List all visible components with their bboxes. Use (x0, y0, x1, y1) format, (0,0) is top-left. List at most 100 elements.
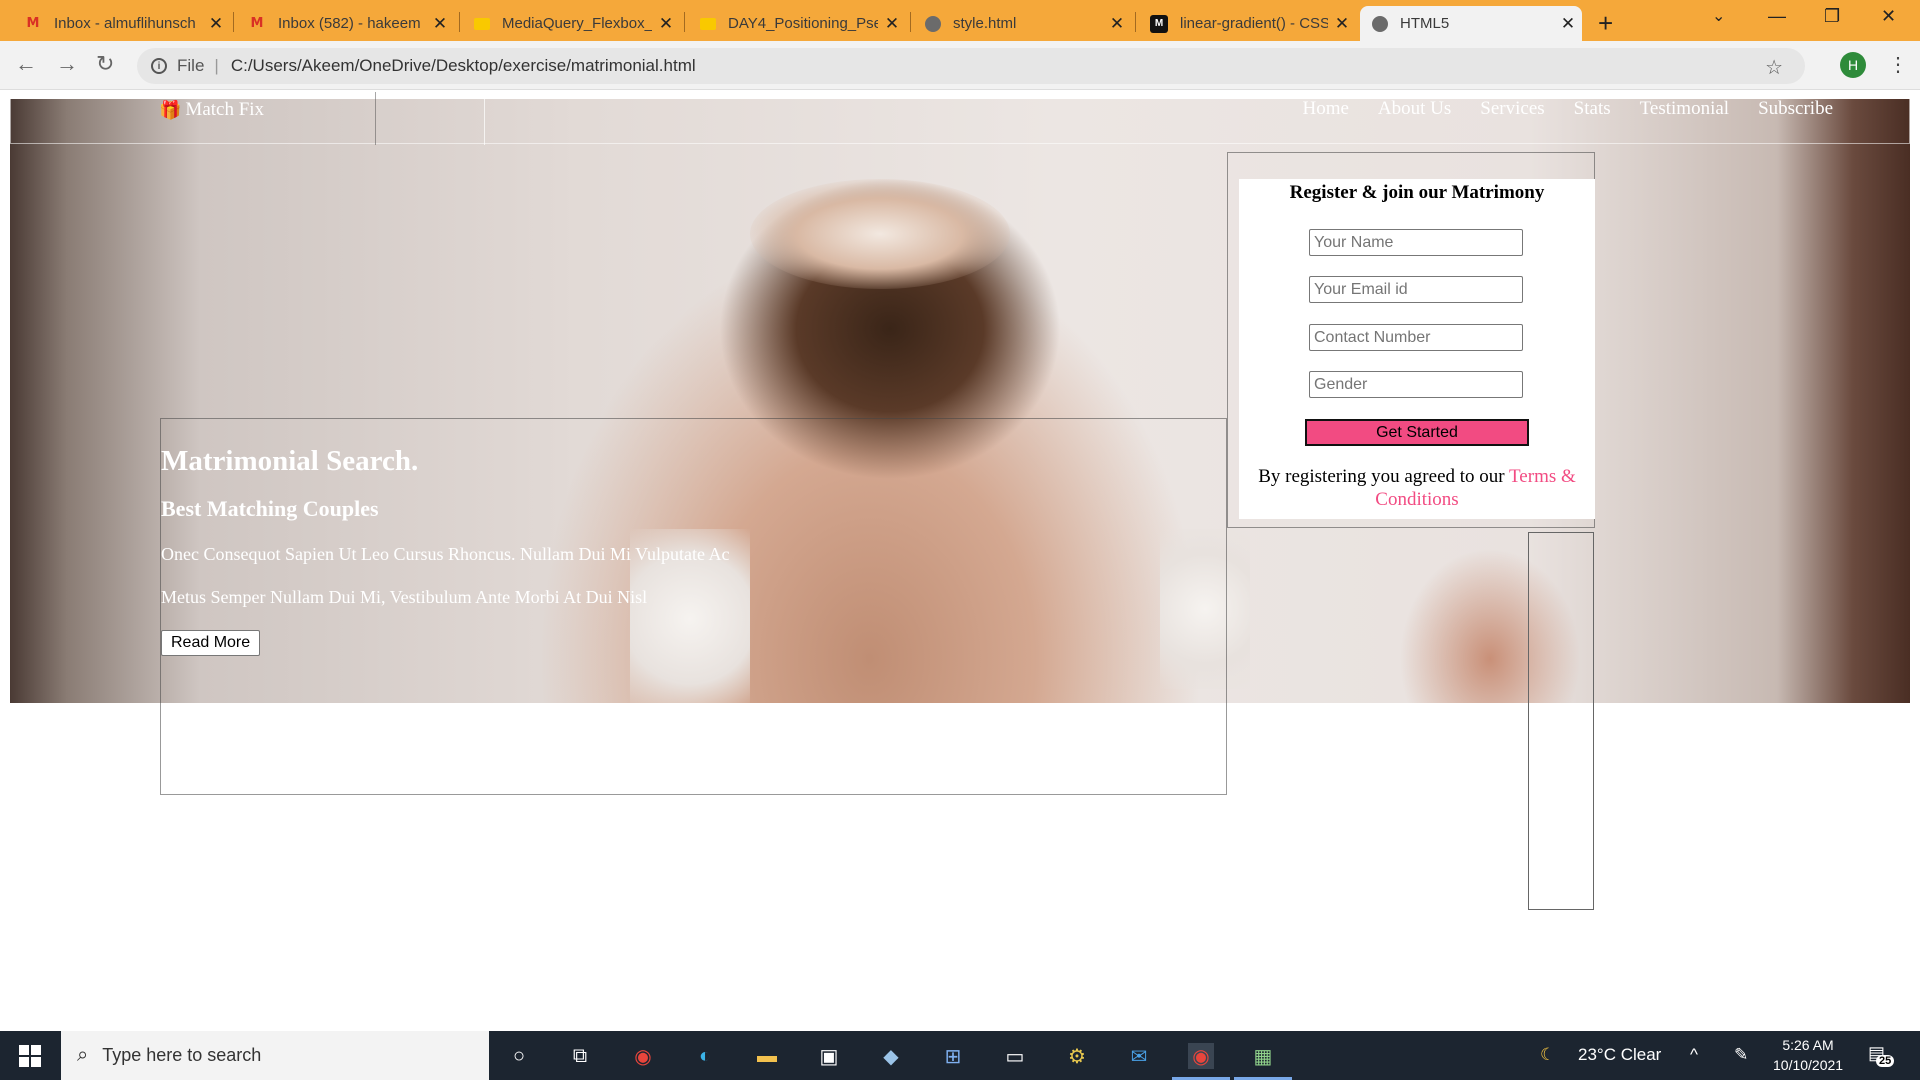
browser-tab-strip: M Inbox - almuflihunsch ✕ M Inbox (582) … (0, 0, 1920, 41)
gmail-icon: M (26, 16, 40, 31)
nav-about-us[interactable]: About Us (1378, 98, 1451, 120)
terminal-icon[interactable]: ▭ (1002, 1043, 1028, 1069)
close-icon[interactable]: ✕ (1554, 14, 1582, 34)
task-view-icon[interactable]: ⧉ (567, 1043, 593, 1069)
tab-linear-gradient[interactable]: M linear-gradient() - CSS ✕ (1138, 6, 1356, 41)
search-icon: ⌕ (77, 1044, 89, 1066)
menu-box: Home About Us Services Stats Testimonial… (484, 92, 1911, 145)
brand[interactable]: 🎁 Match Fix (159, 99, 264, 121)
clock-time: 5:26 AM (1782, 1037, 1834, 1053)
terms-text: By registering you agreed to our Terms &… (1239, 465, 1595, 511)
weather-text[interactable]: 23°C Clear (1578, 1045, 1661, 1065)
info-icon[interactable]: i (151, 58, 167, 74)
cortana-icon[interactable]: ○ (506, 1043, 532, 1069)
address-bar[interactable]: i File | C:/Users/Akeem/OneDrive/Desktop… (137, 48, 1805, 84)
tab-search-icon[interactable]: ⌄ (1712, 6, 1725, 26)
chevron-up-icon[interactable]: ^ (1690, 1045, 1698, 1065)
terms-prefix: By registering you agreed to our (1258, 466, 1510, 487)
tab-html5[interactable]: HTML5 ✕ (1360, 6, 1582, 41)
slides-icon (700, 17, 716, 30)
scheme-label: File (177, 56, 205, 75)
tab-title: HTML5 (1400, 15, 1450, 32)
edge-icon[interactable]: ◐ (692, 1043, 718, 1069)
image-viewer-icon[interactable]: ▦ (1250, 1043, 1276, 1069)
nav-services[interactable]: Services (1480, 98, 1544, 120)
tab-title: DAY4_Positioning_Pse (728, 15, 878, 32)
close-icon[interactable]: ✕ (1328, 14, 1356, 34)
chrome-profile-icon[interactable]: ◉ (1188, 1043, 1214, 1069)
page-viewport: 🎁 Match Fix Home About Us Services Stats… (0, 91, 1920, 1031)
tab-title: Inbox (582) - hakeem (278, 15, 421, 32)
tab-gmail-1[interactable]: M Inbox - almuflihunsch ✕ (12, 6, 230, 41)
contact-number-input[interactable] (1309, 324, 1523, 351)
menu-kebab-icon[interactable]: ⋮ (1888, 52, 1908, 77)
clock[interactable]: 5:26 AM 10/10/2021 (1773, 1035, 1843, 1075)
hero-subtitle: Best Matching Couples (161, 496, 379, 521)
gmail-icon: M (250, 16, 264, 31)
nav-testimonial[interactable]: Testimonial (1640, 98, 1729, 120)
close-icon[interactable]: ✕ (1103, 14, 1131, 34)
name-input[interactable] (1309, 229, 1523, 256)
new-tab-button[interactable]: + (1598, 8, 1613, 39)
hero-text-line-1: Onec Consequot Sapien Ut Leo Cursus Rhon… (161, 544, 730, 564)
windows-start-icon[interactable] (19, 1045, 41, 1067)
get-started-button[interactable]: Get Started (1305, 419, 1529, 446)
tab-gmail-2[interactable]: M Inbox (582) - hakeem ✕ (236, 6, 454, 41)
close-icon[interactable]: ✕ (426, 14, 454, 34)
tab-style[interactable]: style.html ✕ (913, 6, 1131, 41)
read-more-button[interactable]: Read More (161, 630, 261, 656)
url-text[interactable]: C:/Users/Akeem/OneDrive/Desktop/exercise… (231, 56, 696, 76)
forward-arrow-icon[interactable]: → (56, 51, 78, 77)
tab-separator (684, 12, 685, 32)
close-icon[interactable]: ✕ (652, 14, 680, 34)
tab-separator (910, 12, 911, 32)
close-icon[interactable]: ✕ (202, 14, 230, 34)
gender-input[interactable] (1309, 371, 1523, 398)
minimize-button[interactable]: — (1768, 6, 1786, 27)
tab-separator (459, 12, 460, 32)
nav-home[interactable]: Home (1302, 98, 1348, 120)
globe-icon (1372, 15, 1388, 32)
chrome-icon[interactable]: ◉ (630, 1043, 656, 1069)
nav-stats[interactable]: Stats (1574, 98, 1611, 120)
store-icon[interactable]: ▣ (816, 1043, 842, 1069)
restore-button[interactable]: ❐ (1824, 6, 1840, 27)
main-nav: Home About Us Services Stats Testimonial… (1302, 98, 1833, 120)
tab-separator (233, 12, 234, 32)
brand-name: Match Fix (185, 99, 265, 120)
email-input[interactable] (1309, 276, 1523, 303)
slides-icon (474, 17, 490, 30)
utility-icon[interactable]: ⚙ (1064, 1043, 1090, 1069)
mdn-icon: M (1150, 14, 1168, 33)
bookmark-star-icon[interactable]: ☆ (1765, 55, 1783, 80)
tab-title: Inbox - almuflihunsch (54, 15, 196, 32)
mail-icon[interactable]: ✉ (1126, 1043, 1152, 1069)
file-explorer-icon[interactable]: ▬ (754, 1043, 780, 1069)
pen-icon[interactable]: ✎ (1734, 1045, 1748, 1065)
hero-title: Matrimonial Search. (161, 445, 419, 477)
hero-text-line-2: Metus Semper Nullam Dui Mi, Vestibulum A… (161, 587, 648, 607)
profile-avatar[interactable]: H (1840, 52, 1866, 78)
globe-icon (925, 15, 941, 32)
hero-content: Matrimonial Search. Best Matching Couple… (161, 445, 730, 656)
notepad-icon[interactable]: ◆ (878, 1043, 904, 1069)
back-arrow-icon[interactable]: ← (15, 51, 37, 77)
search-placeholder: Type here to search (102, 1045, 262, 1065)
tab-title: MediaQuery_Flexbox_ (502, 15, 652, 32)
tab-day4[interactable]: DAY4_Positioning_Pse ✕ (688, 6, 906, 41)
notifications-icon[interactable]: ▤ 25 (1868, 1043, 1895, 1067)
taskbar-search[interactable]: ⌕ Type here to search (61, 1031, 489, 1080)
reload-icon[interactable]: ↻ (96, 51, 114, 77)
nav-subscribe[interactable]: Subscribe (1758, 98, 1833, 120)
tab-title: style.html (953, 15, 1017, 32)
tab-mediaquery[interactable]: MediaQuery_Flexbox_ ✕ (462, 6, 680, 41)
empty-side-box (1528, 532, 1594, 910)
close-icon[interactable]: ✕ (878, 14, 906, 34)
tab-separator (1135, 12, 1136, 32)
network-app-icon[interactable]: ⊞ (940, 1043, 966, 1069)
navbar: 🎁 Match Fix Home About Us Services Stats… (10, 91, 1911, 145)
window-close-button[interactable]: ✕ (1881, 6, 1896, 27)
browser-toolbar: ← → ↻ i File | C:/Users/Akeem/OneDrive/D… (0, 41, 1920, 90)
taskbar: ⌕ Type here to search ○ ⧉ ◉ ◐ ▬ ▣ ◆ ⊞ ▭ … (0, 1031, 1920, 1080)
notification-count: 25 (1876, 1055, 1895, 1067)
